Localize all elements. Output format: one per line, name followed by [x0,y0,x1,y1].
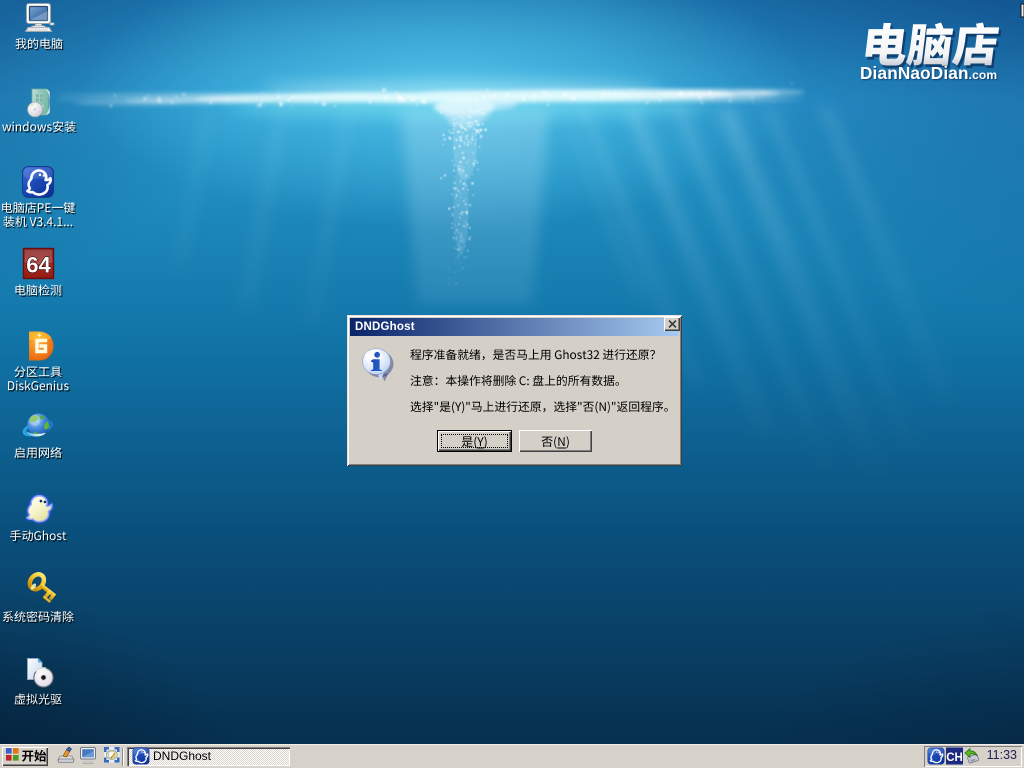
svg-text:64: 64 [26,253,51,278]
